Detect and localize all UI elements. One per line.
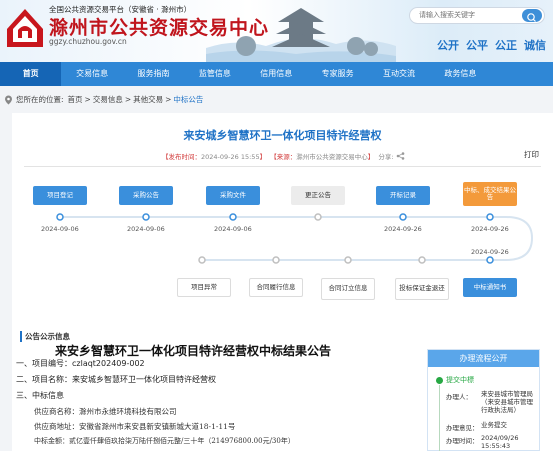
slogan: 公开 xyxy=(437,39,459,52)
nav-item-trade-info[interactable]: 交易信息 xyxy=(61,62,122,86)
nav-item-interaction[interactable]: 互动交流 xyxy=(368,62,429,86)
process-panel: 办理流程公开 提交中標 办理人： 来安县城市管理局（来安县城市管理行政执法局） … xyxy=(427,349,540,451)
search-box xyxy=(409,7,545,24)
step-project-registration[interactable]: 项目登记 xyxy=(33,186,87,205)
breadcrumb-other-trade[interactable]: 其他交易 xyxy=(133,94,163,105)
site-logo-icon[interactable] xyxy=(5,7,45,49)
pavilion-banner-image xyxy=(206,8,396,62)
process-flow: 项目登记 采购公告 采购文件 更正公告 开标记录 中标、成交结果公告 2024-… xyxy=(12,113,553,313)
nav-item-home[interactable]: 首页 xyxy=(0,62,62,86)
step-procurement-notice[interactable]: 采购公告 xyxy=(119,186,173,205)
time-label: 办理时间： xyxy=(446,437,479,445)
step-bid-opening-record[interactable]: 开标记录 xyxy=(376,186,430,205)
slogan: 公正 xyxy=(495,39,517,52)
location-icon xyxy=(5,95,12,104)
award-amount-line: 中标金额：贰亿壹仟肆佰玖拾柒万陆仟捌佰元整/三十年（214976800.00元/… xyxy=(34,437,295,445)
slogan: 公平 xyxy=(466,39,488,52)
step-procurement-documents[interactable]: 采购文件 xyxy=(206,186,260,205)
site-header: 全国公共资源交易平台（安徽省 · 滁州市） 滁州市公共资源交易中心 ggzy.c… xyxy=(0,0,553,62)
flow-date: 2024-09-26 xyxy=(384,225,422,233)
search-input[interactable] xyxy=(419,11,519,19)
main-nav: 首页 交易信息 服务指南 监管信息 信用信息 专家服务 互动交流 政务信息 xyxy=(0,62,553,86)
award-info-line: 三、中标信息 xyxy=(16,391,64,400)
breadcrumb-home[interactable]: 首页 xyxy=(68,94,83,105)
nav-item-credit[interactable]: 信用信息 xyxy=(246,62,307,86)
flow-date: 2024-09-06 xyxy=(214,225,252,233)
breadcrumb-separator: > xyxy=(124,95,132,104)
opinion-label: 办理意见： xyxy=(446,424,479,432)
process-step-name: 提交中標 xyxy=(446,376,474,384)
step-contract-signing[interactable]: 合同订立信息 xyxy=(321,278,375,300)
project-number-line: 一、项目编号：czlaqt202409-002 xyxy=(16,359,145,368)
project-name-line: 二、项目名称：来安城乡智慧环卫一体化项目特许经营权 xyxy=(16,375,216,384)
breadcrumb-prefix: 您所在的位置: xyxy=(16,95,64,104)
timeline-line xyxy=(439,385,440,451)
search-icon xyxy=(527,13,536,22)
breadcrumb-current[interactable]: 中标公告 xyxy=(173,94,203,105)
opinion-value: 业务提交 xyxy=(481,421,507,429)
flow-date: 2024-09-26 xyxy=(471,225,509,233)
supplier-name-line: 供应商名称：滁州市永维环境科技有限公司 xyxy=(34,407,177,416)
nav-item-service-guide[interactable]: 服务指南 xyxy=(123,62,184,86)
step-award-result-notice[interactable]: 中标、成交结果公告 xyxy=(463,182,517,206)
step-correction-notice[interactable]: 更正公告 xyxy=(291,186,345,205)
step-deposit-refund[interactable]: 投标保证金退还 xyxy=(395,278,449,300)
search-button[interactable] xyxy=(522,9,542,22)
handler-value: 来安县城市管理局（来安县城市管理行政执法局） xyxy=(481,390,533,414)
breadcrumb-separator: > xyxy=(165,95,172,104)
flow-date: 2024-09-06 xyxy=(127,225,165,233)
handler-label: 办理人： xyxy=(446,393,472,401)
flow-date: 2024-09-06 xyxy=(41,225,79,233)
slogans: 公开 公平 公正 诚信 xyxy=(437,37,546,53)
breadcrumb-separator: > xyxy=(84,95,91,104)
step-project-exception[interactable]: 项目异常 xyxy=(177,278,231,297)
section-label: 公告公示信息 xyxy=(20,331,70,342)
step-contract-performance[interactable]: 合同履行信息 xyxy=(249,278,303,297)
process-panel-title: 办理流程公开 xyxy=(428,350,539,367)
flow-date: 2024-09-26 xyxy=(471,248,509,256)
supplier-address-line: 供应商地址：安徽省滁州市来安县新安镇新城大道18-1-11号 xyxy=(34,422,236,431)
breadcrumb: 您所在的位置: 首页 > 交易信息 > 其他交易 > 中标公告 xyxy=(4,94,203,105)
status-dot-icon xyxy=(436,377,443,384)
nav-item-supervision[interactable]: 监管信息 xyxy=(184,62,245,86)
slogan: 诚信 xyxy=(524,39,546,52)
nav-item-government[interactable]: 政务信息 xyxy=(430,62,491,86)
nav-item-expert[interactable]: 专家服务 xyxy=(307,62,368,86)
site-domain: ggzy.chuzhou.gov.cn xyxy=(49,37,127,46)
time-value: 2024/09/26 15:55:43 xyxy=(481,434,519,450)
step-award-notice-letter[interactable]: 中标通知书 xyxy=(463,278,517,297)
announcement-title: 来安乡智慧环卫一体化项目特许经营权中标结果公告 xyxy=(55,344,332,358)
breadcrumb-trade-info[interactable]: 交易信息 xyxy=(93,94,123,105)
